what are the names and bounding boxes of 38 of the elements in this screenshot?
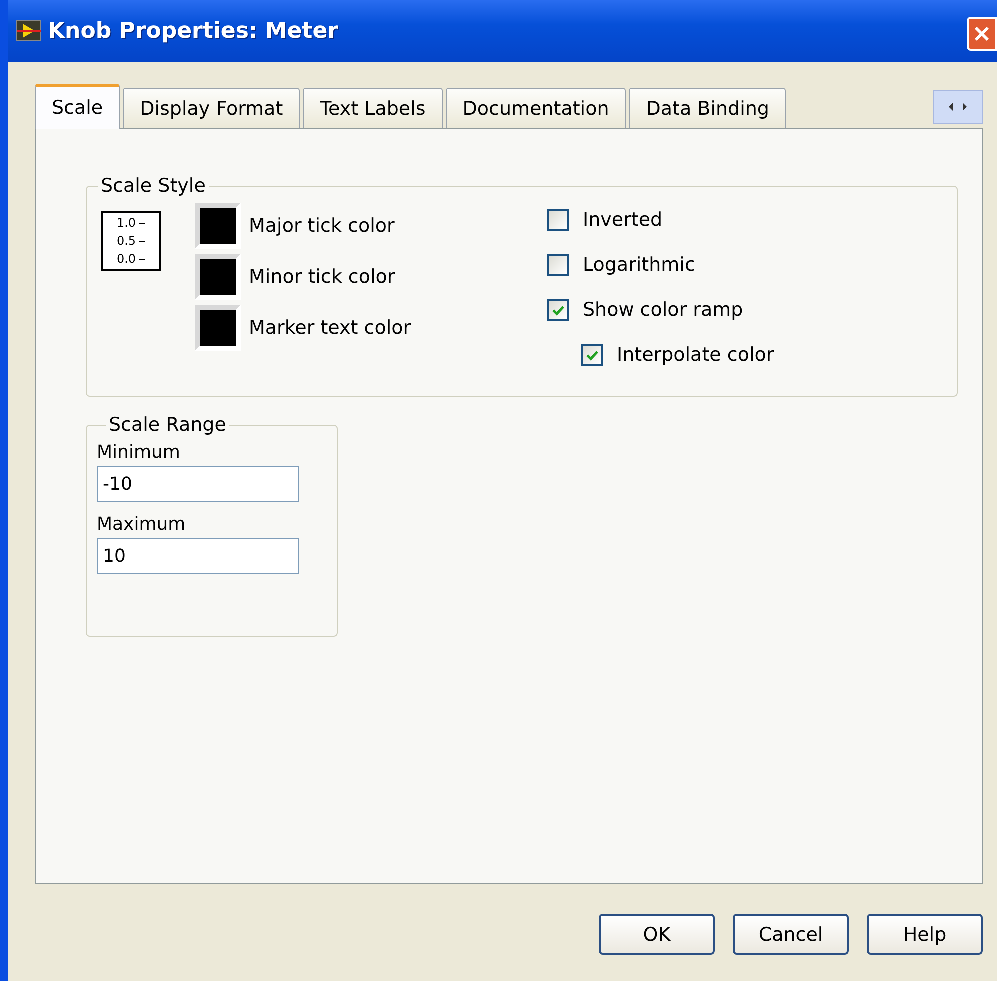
checkbox-label: Inverted — [583, 209, 663, 231]
tab[interactable]: Data Binding — [629, 88, 786, 128]
tab[interactable]: Text Labels — [303, 88, 443, 128]
field-label: Maximum — [97, 514, 187, 535]
tab[interactable]: Display Format — [123, 88, 300, 128]
app-icon — [16, 20, 42, 42]
field-label: Minimum — [97, 442, 182, 463]
checkbox[interactable] — [547, 254, 569, 276]
window-title: Knob Properties: Meter — [48, 18, 338, 44]
checkbox[interactable] — [547, 209, 569, 231]
checkbox[interactable] — [581, 344, 603, 366]
close-button[interactable] — [967, 17, 997, 51]
color-label: Major tick color — [249, 215, 395, 237]
checkbox-label: Interpolate color — [617, 344, 774, 366]
color-swatch[interactable] — [195, 203, 241, 249]
scale-label: 0.0 — [116, 250, 146, 268]
dialog-button[interactable]: Cancel — [733, 914, 849, 955]
group-title: Scale Style — [100, 175, 207, 197]
close-icon — [972, 24, 992, 44]
tab-scroll-arrows[interactable] — [933, 90, 983, 124]
group-title: Scale Range — [108, 414, 228, 436]
scale-label: 0.5 — [116, 232, 146, 250]
input-field[interactable]: -10 — [97, 466, 299, 502]
checkbox[interactable] — [547, 299, 569, 321]
scale-label: 1.0 — [116, 214, 146, 232]
tab[interactable]: Documentation — [446, 88, 626, 128]
color-label: Marker text color — [249, 317, 412, 339]
dialog-button[interactable]: OK — [599, 914, 715, 955]
input-field[interactable]: 10 — [97, 538, 299, 574]
checkmark-icon — [552, 304, 564, 316]
checkbox-label: Show color ramp — [583, 299, 744, 321]
checkmark-icon — [586, 350, 598, 360]
color-label: Minor tick color — [249, 266, 396, 288]
tab[interactable]: Scale — [35, 84, 120, 129]
color-swatch[interactable] — [195, 305, 241, 351]
dialog-button[interactable]: Help — [867, 914, 983, 955]
color-swatch[interactable] — [195, 254, 241, 300]
checkbox-label: Logarithmic — [583, 254, 696, 276]
